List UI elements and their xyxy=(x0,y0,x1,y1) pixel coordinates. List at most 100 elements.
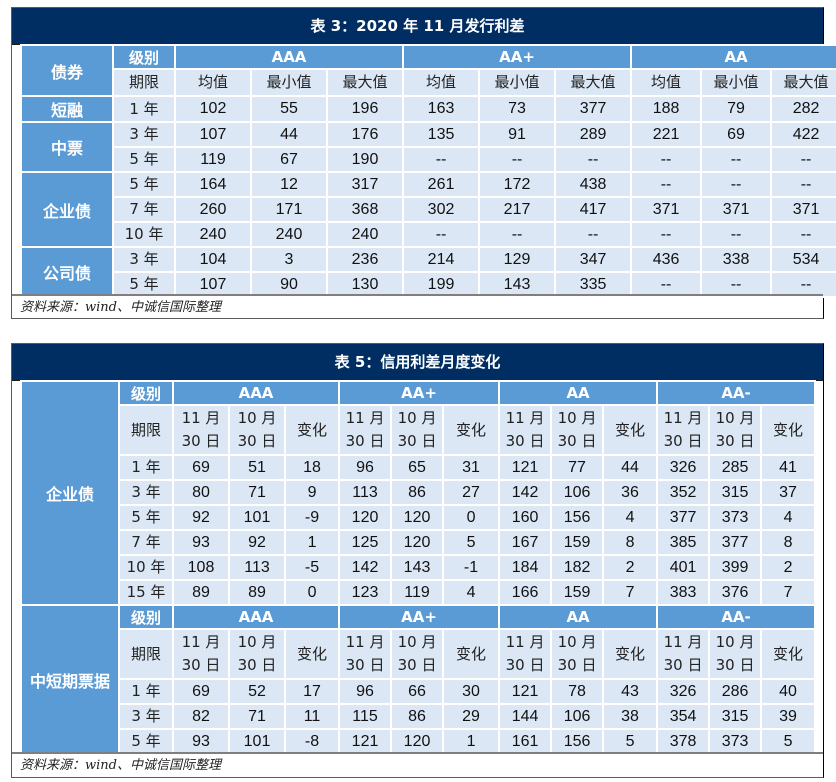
value-cell: -- xyxy=(770,171,836,198)
value-cell: 142 xyxy=(338,554,393,581)
value-cell: 326 xyxy=(656,454,711,481)
grade-header: AAA xyxy=(171,380,341,406)
value-cell: 119 xyxy=(390,579,445,606)
value-cell: -- xyxy=(630,221,703,248)
value-cell: 373 xyxy=(708,728,763,755)
term-cell: 10 年 xyxy=(118,554,174,581)
value-cell: 71 xyxy=(228,703,286,730)
value-cell: 69 xyxy=(172,678,230,705)
value-cell: 326 xyxy=(656,678,711,705)
section-cell: 企业债 xyxy=(20,380,120,606)
value-cell: 4 xyxy=(602,504,659,531)
table-row: 企业债 5 年 164 12 317 261 172 438 -- -- -- xyxy=(20,171,836,248)
term-cell: 3 年 xyxy=(112,121,176,148)
value-cell: 44 xyxy=(602,454,659,481)
value-cell: 18 xyxy=(283,454,341,481)
oct-date-header: 10 月 30 日 xyxy=(550,404,605,456)
value-cell: 30 xyxy=(442,678,501,705)
metric-header: 均值 xyxy=(174,68,252,97)
value-cell: 11 xyxy=(283,703,341,730)
value-cell: 3 xyxy=(250,246,328,273)
value-cell: 160 xyxy=(498,504,553,531)
oct-day: 30 日 xyxy=(715,432,755,450)
nov-date-header: 11 月 30 日 xyxy=(656,628,711,680)
value-cell: 236 xyxy=(325,246,405,273)
table-row: 3 年 82 71 11 115 86 29 144 106 38 354 315 39 xyxy=(21,703,817,730)
term-cell: 3 年 xyxy=(118,479,174,506)
value-cell: 377 xyxy=(554,95,633,123)
value-cell: 347 xyxy=(554,246,633,273)
metric-header: 均值 xyxy=(630,68,703,97)
term-cell: 5 年 xyxy=(118,728,174,755)
value-cell: 8 xyxy=(602,529,659,556)
oct-day: 30 日 xyxy=(237,656,277,674)
value-cell: 120 xyxy=(338,504,393,531)
value-cell: 40 xyxy=(760,678,817,705)
value-cell: 92 xyxy=(228,529,286,556)
nov-day: 30 日 xyxy=(345,656,385,674)
oct-day: 30 日 xyxy=(557,432,597,450)
nov-month: 11 月 xyxy=(505,409,545,427)
value-cell: 93 xyxy=(172,728,230,755)
value-cell: 377 xyxy=(656,504,711,531)
value-cell: 4 xyxy=(442,579,501,606)
value-cell: 240 xyxy=(325,221,405,248)
change-header: 变化 xyxy=(602,628,659,680)
table3-grade-row: 债券 级别 AAA AA+ AA xyxy=(20,44,836,97)
value-cell: 156 xyxy=(550,504,605,531)
value-cell: 107 xyxy=(174,121,252,148)
table-row: 短融 1 年 102 55 196 163 73 377 188 79 282 xyxy=(20,95,836,123)
table3-source: 资料来源：wind、中诚信国际整理 xyxy=(12,294,823,320)
oct-month: 10 月 xyxy=(237,409,277,427)
value-cell: 106 xyxy=(550,703,605,730)
table3-title: 表 3：2020 年 11 月发行利差 xyxy=(12,8,823,45)
oct-day: 30 日 xyxy=(557,656,597,674)
value-cell: 36 xyxy=(602,479,659,506)
value-cell: 119 xyxy=(174,146,252,173)
value-cell: 383 xyxy=(656,579,711,606)
value-cell: 142 xyxy=(498,479,553,506)
value-cell: 438 xyxy=(554,171,633,198)
value-cell: 0 xyxy=(442,504,501,531)
value-cell: 182 xyxy=(550,554,605,581)
value-cell: 315 xyxy=(708,703,763,730)
nov-month: 11 月 xyxy=(181,633,221,651)
grade-header: AAA xyxy=(173,44,405,70)
oct-date-header: 10 月 30 日 xyxy=(708,628,763,680)
value-cell: 338 xyxy=(700,246,773,273)
value-cell: 29 xyxy=(442,703,501,730)
oct-month: 10 月 xyxy=(557,409,597,427)
value-cell: 73 xyxy=(478,95,557,123)
value-cell: 115 xyxy=(338,703,393,730)
metric-header: 最小值 xyxy=(700,68,773,97)
value-cell: 52 xyxy=(228,678,286,705)
value-cell: 41 xyxy=(760,454,817,481)
value-cell: 2 xyxy=(760,554,817,581)
value-cell: 86 xyxy=(390,479,445,506)
value-cell: 121 xyxy=(498,454,553,481)
term-label: 期限 xyxy=(118,628,174,680)
value-cell: 92 xyxy=(172,504,230,531)
table5-grid: 企业债 级别 AAA AA+ AA AA- 期限 11 月 30 日 10 月 30 日变化 11 月… xyxy=(20,380,817,755)
section-cell: 中短期票据 xyxy=(20,604,120,755)
value-cell: 129 xyxy=(478,246,557,273)
value-cell: -- xyxy=(478,146,557,173)
oct-date-header: 10 月 30 日 xyxy=(708,404,763,456)
table5-source: 资料来源：wind、中诚信国际整理 xyxy=(12,752,823,778)
oct-month: 10 月 xyxy=(557,633,597,651)
term-cell: 7 年 xyxy=(118,529,174,556)
term-cell: 1 年 xyxy=(118,454,174,481)
grade-header: AA- xyxy=(656,604,817,630)
value-cell: 156 xyxy=(550,728,605,755)
table-row: 15 年 89 89 0 123 119 4 166 159 7 383 376 7 xyxy=(21,579,817,606)
value-cell: 67 xyxy=(250,146,328,173)
nov-day: 30 日 xyxy=(181,656,221,674)
table5-grade-row: 中短期票据 级别 AAA AA+ AA AA- xyxy=(20,604,817,755)
term-cell: 15 年 xyxy=(118,579,174,606)
value-cell: 371 xyxy=(630,196,703,223)
table-row: 中票 3 年 107 44 176 135 91 289 221 69 422 xyxy=(20,121,836,173)
grade-header: AA+ xyxy=(402,44,633,70)
value-cell: -- xyxy=(630,171,703,198)
term-cell: 3 年 xyxy=(112,246,176,273)
value-cell: 373 xyxy=(708,504,763,531)
